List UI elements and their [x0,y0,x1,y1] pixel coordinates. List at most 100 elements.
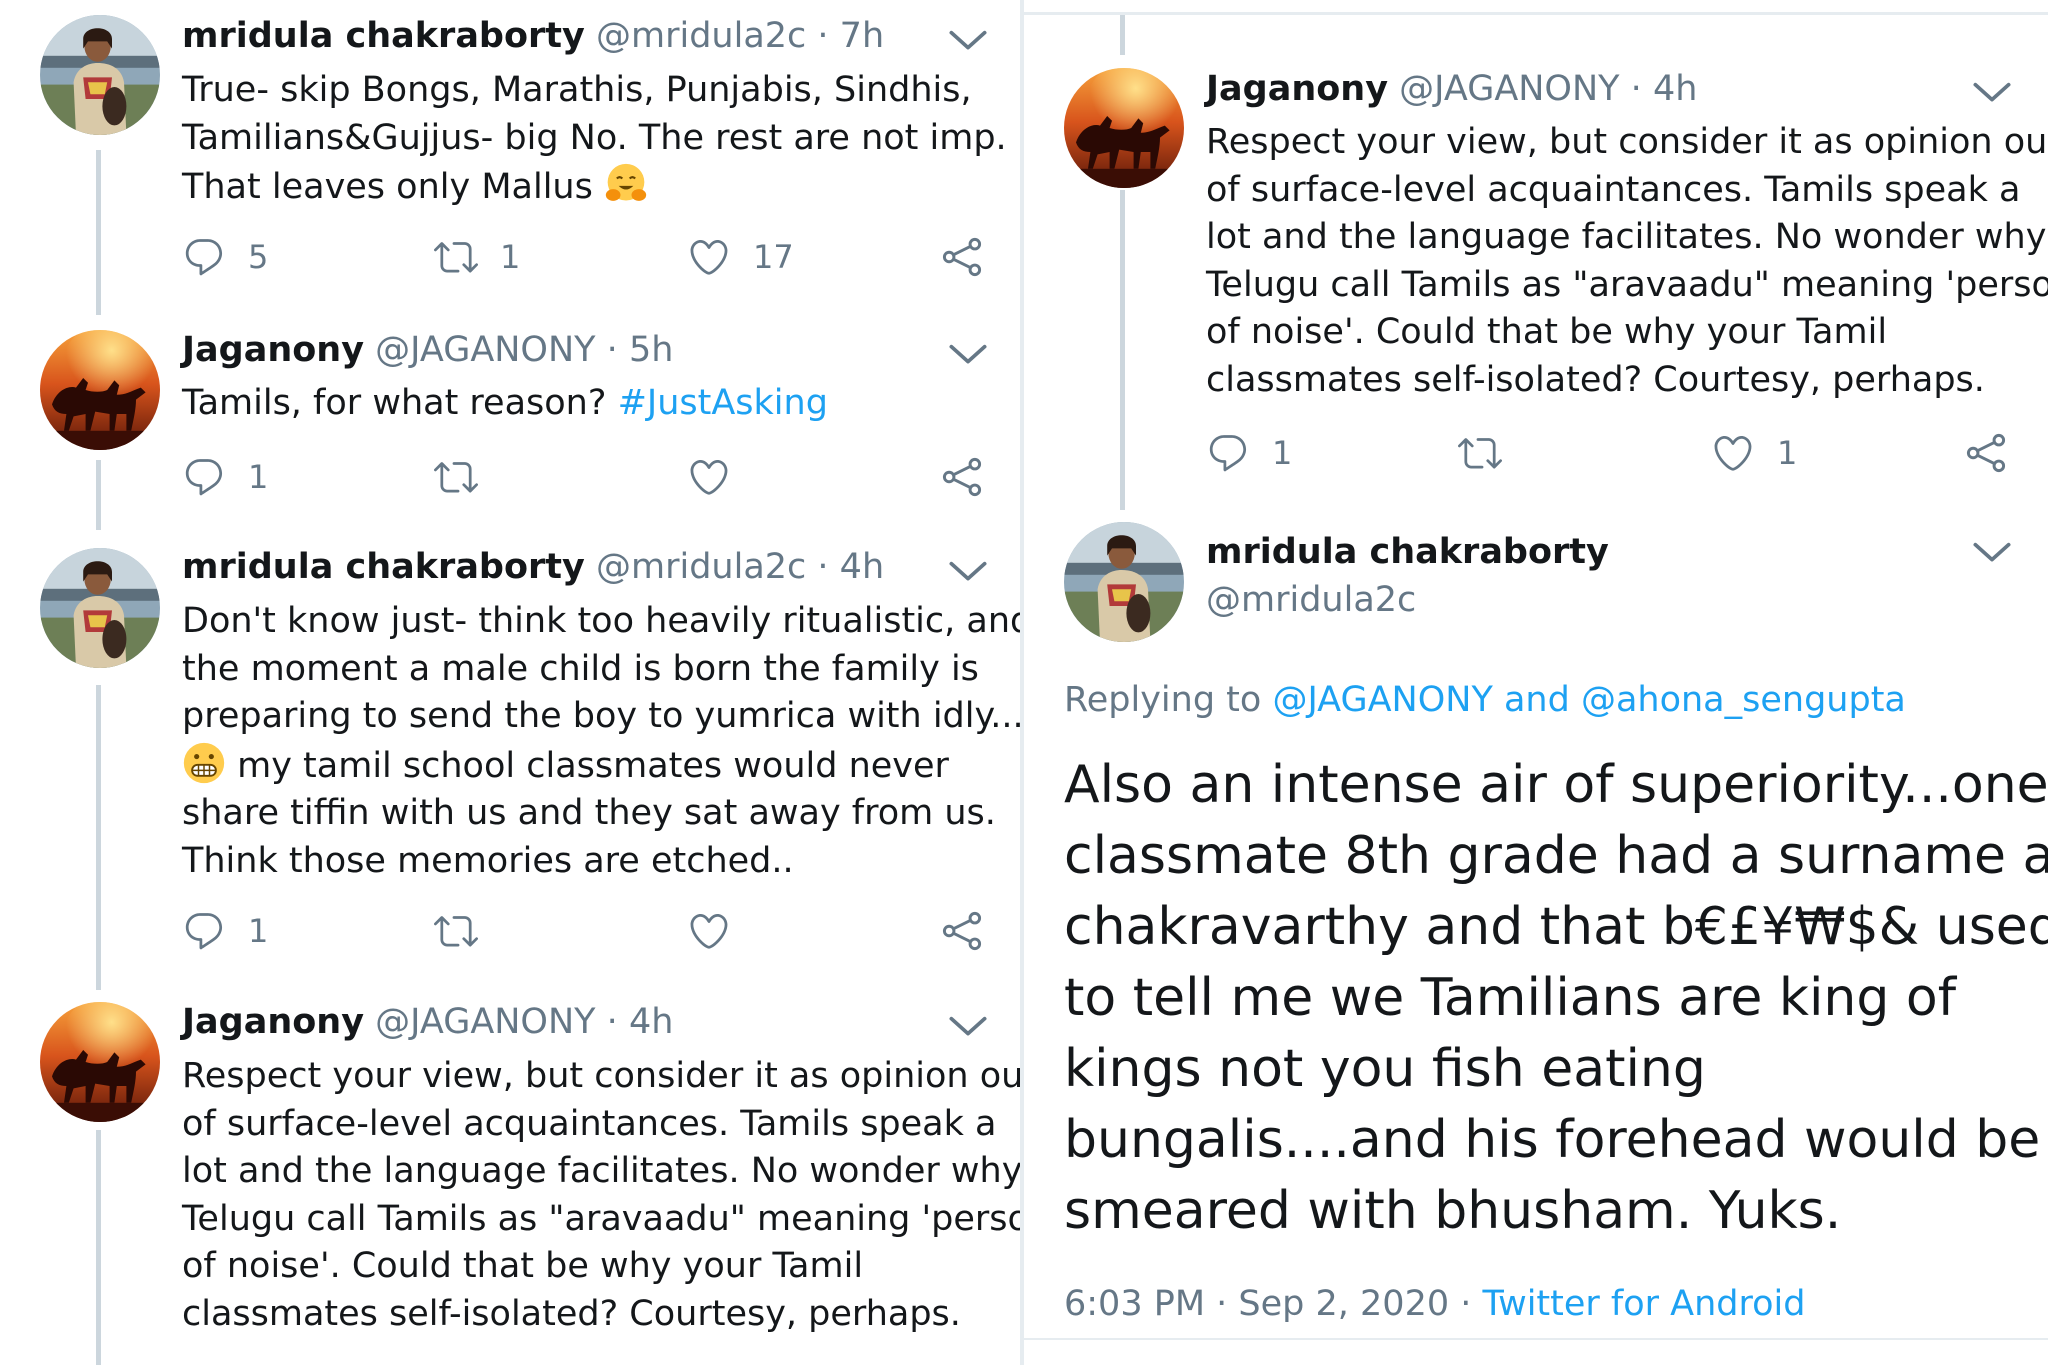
avatar[interactable] [40,1002,160,1122]
reply-icon [1206,431,1250,475]
share-icon [940,235,984,279]
tweet-text-line: That leaves only Mallus [182,167,593,207]
tweet-actions: 5 1 17 [182,232,982,282]
focused-tweet-text: Also an intense air of superiority...one… [1064,750,2048,1247]
share-button[interactable] [940,452,984,502]
display-name[interactable]: Jaganony [1206,69,1388,109]
user-handle[interactable]: @JAGANONY [375,330,595,370]
reply-button[interactable]: 1 [182,906,268,956]
user-handle[interactable]: @mridula2c [1206,580,1416,620]
like-count: 17 [753,238,794,276]
retweet-button[interactable] [1458,428,1524,478]
timestamp[interactable]: 4h [1653,69,1697,109]
retweet-icon [434,455,478,499]
chevron-down-icon[interactable] [1972,538,2012,568]
tweet-text-line: lot and the language facilitates. No won… [182,1151,1020,1191]
user-handle[interactable]: @mridula2c [596,16,806,56]
tweet-text-line: Respect your view, but consider it as op… [1206,122,2048,162]
reply-button[interactable]: 1 [1206,428,1292,478]
heart-icon [687,455,731,499]
timestamp[interactable]: 4h [840,547,884,587]
avatar[interactable] [40,15,160,135]
like-button[interactable] [687,906,753,956]
conversation-thread-right: Jaganony @JAGANONY · 4h Respect your vie… [1024,0,2048,1365]
retweet-icon [1458,431,1502,475]
tweet-text-line: Don't know just- think too heavily ritua… [182,601,1020,641]
tweet-time[interactable]: 6:03 PM [1064,1284,1205,1324]
like-button[interactable]: 1 [1711,428,1797,478]
heart-icon [687,909,731,953]
tweet-text-line: of noise'. Could that be why your Tamil [182,1246,864,1286]
conversation-thread-left: mridula chakraborty @mridula2c · 7h True… [0,0,1020,1365]
share-button[interactable] [940,906,984,956]
reply-count: 1 [1272,434,1293,472]
tweet-text-line: Telugu call Tamils as "aravaadu" meaning… [1206,264,2048,305]
display-name[interactable]: Jaganony [182,1002,364,1042]
tweet-text-line: of noise'. Could that be why your Tamil [1206,312,1888,352]
tweet-text: Respect your view, but consider it as op… [182,1053,1020,1338]
tweet-text-line: of surface-level acquaintances. Tamils s… [1206,169,2021,210]
display-name[interactable]: mridula chakraborty [1206,532,1609,572]
tweet-text-line: Respect your view, but consider it as op… [182,1056,1020,1096]
thread-line [96,685,101,990]
mention-link[interactable]: @JAGANONY [1272,680,1492,720]
share-button[interactable] [940,232,984,282]
thread-line [1120,15,1125,55]
reply-button[interactable]: 5 [182,232,268,282]
tweet-text-line: Think those memories are etched.. [182,840,794,881]
hashtag-link[interactable]: #JustAsking [618,383,828,423]
timestamp[interactable]: 5h [629,330,673,370]
and-connector[interactable]: and [1493,680,1581,720]
tweet-header: Jaganony @JAGANONY · 4h [182,1002,673,1042]
like-button[interactable] [687,452,753,502]
tweet-date[interactable]: Sep 2, 2020 [1238,1284,1449,1324]
tweet-text-line: Telugu call Tamils as "aravaadu" meaning… [182,1198,1020,1239]
chevron-down-icon[interactable] [948,26,988,56]
retweet-button[interactable] [434,452,500,502]
chevron-down-icon[interactable] [948,1012,988,1042]
timestamp[interactable]: 7h [840,16,884,56]
avatar[interactable] [1064,68,1184,188]
tweet-header: mridula chakraborty @mridula2c · 4h [182,547,884,587]
user-handle[interactable]: @JAGANONY [375,1002,595,1042]
bottom-border [1024,1338,2048,1340]
like-button[interactable]: 17 [687,232,794,282]
avatar[interactable] [40,548,160,668]
retweet-button[interactable] [434,906,500,956]
tweet-text-line: my tamil school classmates would never [226,745,949,786]
reply-button[interactable]: 1 [182,452,268,502]
share-icon [1964,431,2008,475]
tweet-text-line: classmates self-isolated? Courtesy, perh… [182,1293,961,1334]
reply-icon [182,909,226,953]
tweet-text-line: of surface-level acquaintances. Tamils s… [182,1103,997,1144]
display-name[interactable]: mridula chakraborty [182,16,585,56]
tweet-actions: 1 [182,906,982,956]
tweet-text-line: share tiffin with us and they sat away f… [182,793,996,833]
source-link[interactable]: Twitter for Android [1483,1284,1806,1324]
separator-dot: · [595,330,629,370]
display-name[interactable]: mridula chakraborty [182,547,585,587]
thread-line [1120,190,1125,510]
chevron-down-icon[interactable] [1972,78,2012,108]
timestamp[interactable]: 4h [629,1002,673,1042]
retweet-count: 1 [500,238,521,276]
user-handle[interactable]: @JAGANONY [1399,69,1619,109]
chevron-down-icon[interactable] [948,340,988,370]
display-name[interactable]: Jaganony [182,330,364,370]
retweet-button[interactable]: 1 [434,232,520,282]
avatar[interactable] [1064,522,1184,642]
mention-link[interactable]: @ahona_sengupta [1581,680,1906,720]
tweet-text: Tamils, for what reason? #JustAsking [182,380,828,428]
heart-icon [687,235,731,279]
user-handle[interactable]: @mridula2c [596,547,806,587]
tweet-text: Respect your view, but consider it as op… [1206,119,2048,404]
tweet-text: True- skip Bongs, Marathis, Punjabis, Si… [182,67,1007,212]
chevron-down-icon[interactable] [948,557,988,587]
avatar[interactable] [40,330,160,450]
retweet-icon [434,235,478,279]
tweet-text-line: True- skip Bongs, Marathis, Punjabis, Si… [182,70,972,110]
share-icon [940,455,984,499]
tweet-text-line: Tamilians&Gujjus- big No. The rest are n… [182,117,1007,158]
tweet-header: Jaganony @JAGANONY · 5h [182,330,673,370]
share-button[interactable] [1964,428,2008,478]
